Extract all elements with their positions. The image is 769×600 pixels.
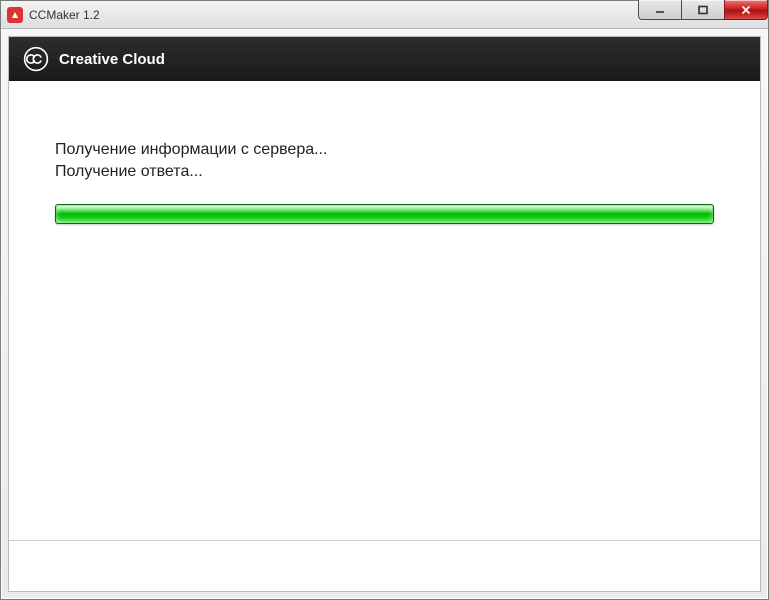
- window-title: CCMaker 1.2: [29, 8, 100, 22]
- content-panel: Creative Cloud Получение информации с се…: [8, 36, 761, 592]
- maximize-button[interactable]: [681, 0, 725, 20]
- status-line-2: Получение ответа...: [55, 161, 714, 183]
- window-controls: [639, 0, 768, 20]
- status-line-1: Получение информации с сервера...: [55, 139, 714, 161]
- footer-area: [9, 541, 760, 591]
- close-button[interactable]: [724, 0, 768, 20]
- main-content: Получение информации с сервера... Получе…: [9, 81, 760, 540]
- creative-cloud-icon: [23, 46, 49, 72]
- product-title: Creative Cloud: [59, 51, 165, 68]
- app-window: CCMaker 1.2 Creative Cloud Получение инф…: [0, 0, 769, 600]
- app-icon: [7, 7, 23, 23]
- product-header: Creative Cloud: [9, 37, 760, 81]
- minimize-button[interactable]: [638, 0, 682, 20]
- progress-bar: [55, 204, 714, 224]
- titlebar[interactable]: CCMaker 1.2: [1, 1, 768, 29]
